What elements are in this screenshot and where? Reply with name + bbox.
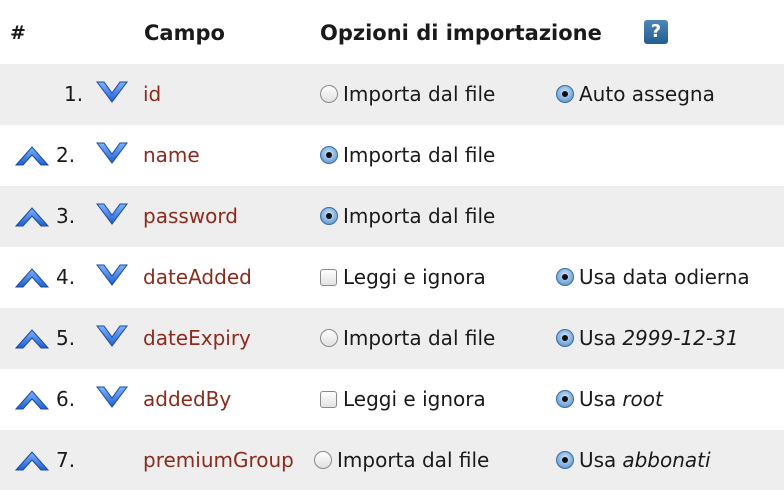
table-row: 2. name Importa dal file [0, 125, 784, 186]
row-number: 5. [56, 326, 76, 350]
import-from-file-option[interactable]: Importa dal file [320, 143, 495, 167]
option-label: Importa dal file [337, 448, 490, 472]
chevron-up-icon[interactable] [14, 450, 50, 472]
option-label: Importa dal file [343, 143, 496, 167]
chevron-down-icon[interactable] [95, 322, 129, 350]
table-row: 1. id Importa dal file Auto assegna [0, 64, 784, 125]
field-name: premiumGroup [143, 448, 294, 472]
use-value-option[interactable]: Usa abbonati [556, 448, 711, 472]
chevron-down-icon[interactable] [95, 261, 129, 289]
option-label: Importa dal file [343, 204, 496, 228]
table-row: 5. dateExpiry Importa dal file Usa 2999-… [0, 308, 784, 369]
checkbox[interactable] [320, 390, 337, 408]
chevron-down-icon[interactable] [95, 200, 129, 228]
auto-assign-option[interactable]: Auto assegna [556, 82, 715, 106]
read-and-ignore-option[interactable]: Leggi e ignora [320, 265, 486, 289]
chevron-up-icon[interactable] [14, 328, 50, 350]
radio-button-selected[interactable] [556, 390, 574, 408]
option-value: root [622, 387, 663, 411]
option-label: Usa data odierna [579, 265, 750, 289]
table-row: 3. password Importa dal file [0, 186, 784, 247]
radio-button-selected[interactable] [556, 268, 574, 286]
option-label: Usa [579, 326, 617, 350]
radio-button[interactable] [314, 451, 332, 469]
read-and-ignore-option[interactable]: Leggi e ignora [320, 387, 486, 411]
table-header: # Campo Opzioni di importazione ? [0, 0, 784, 64]
radio-button-selected[interactable] [556, 329, 574, 347]
use-value-option[interactable]: Usa root [556, 387, 663, 411]
use-today-option[interactable]: Usa data odierna [556, 265, 750, 289]
import-from-file-option[interactable]: Importa dal file [320, 326, 495, 350]
chevron-up-icon[interactable] [14, 206, 50, 228]
option-value: 2999-12-31 [622, 326, 739, 350]
field-name: password [143, 204, 238, 228]
option-label: Importa dal file [343, 82, 496, 106]
option-value: abbonati [622, 448, 711, 472]
checkbox[interactable] [320, 268, 337, 286]
chevron-down-icon[interactable] [95, 78, 129, 106]
radio-button-selected[interactable] [556, 85, 574, 103]
option-label: Auto assegna [579, 82, 715, 106]
row-number: 4. [56, 265, 76, 289]
import-options-table: # Campo Opzioni di importazione ? 1. id … [0, 0, 784, 490]
radio-button-selected[interactable] [556, 451, 574, 469]
field-name: addedBy [143, 387, 232, 411]
option-label: Leggi e ignora [343, 265, 486, 289]
chevron-up-icon[interactable] [14, 267, 50, 289]
header-hash: # [10, 22, 26, 44]
table-row: 4. dateAdded Leggi e ignora Usa data odi… [0, 247, 784, 308]
chevron-down-icon[interactable] [95, 383, 129, 411]
row-number: 2. [56, 143, 76, 167]
radio-button-selected[interactable] [320, 146, 338, 164]
header-campo: Campo [144, 21, 225, 45]
chevron-up-icon[interactable] [14, 145, 50, 167]
row-number: 3. [56, 204, 76, 228]
import-from-file-option[interactable]: Importa dal file [320, 204, 495, 228]
import-from-file-option[interactable]: Importa dal file [314, 448, 489, 472]
row-number: 6. [56, 387, 76, 411]
field-name: name [143, 143, 200, 167]
help-icon[interactable]: ? [644, 20, 668, 44]
chevron-up-icon[interactable] [14, 389, 50, 411]
use-value-option[interactable]: Usa 2999-12-31 [556, 326, 739, 350]
radio-button-selected[interactable] [320, 207, 338, 225]
option-label: Importa dal file [343, 326, 496, 350]
field-name: id [143, 82, 162, 106]
option-label: Leggi e ignora [343, 387, 486, 411]
header-opzioni: Opzioni di importazione [320, 21, 602, 45]
table-row: 6. addedBy Leggi e ignora Usa root [0, 369, 784, 430]
radio-button[interactable] [320, 85, 338, 103]
row-number: 7. [56, 448, 76, 472]
table-row: 7. premiumGroup Importa dal file Usa abb… [0, 430, 784, 490]
chevron-down-icon[interactable] [95, 139, 129, 167]
field-name: dateAdded [143, 265, 252, 289]
option-label: Usa [579, 387, 617, 411]
option-label: Usa [579, 448, 617, 472]
radio-button[interactable] [320, 329, 338, 347]
field-name: dateExpiry [143, 326, 251, 350]
import-from-file-option[interactable]: Importa dal file [320, 82, 495, 106]
row-number: 1. [64, 82, 84, 106]
